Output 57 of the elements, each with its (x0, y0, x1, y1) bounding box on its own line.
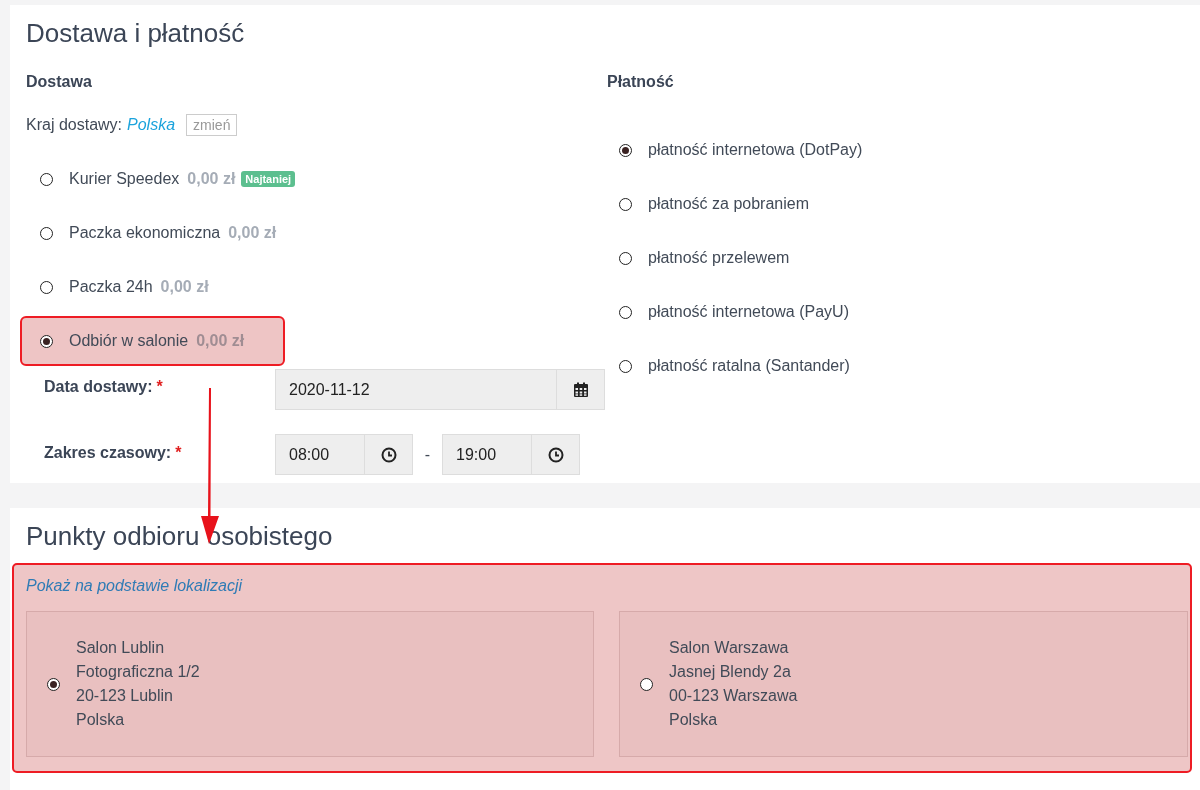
delivery-option[interactable]: Kurier Speedex 0,00 zł Najtaniej (20, 154, 306, 204)
payment-option[interactable]: płatność przelewem (607, 231, 1184, 285)
option-label: płatność za pobraniem (648, 195, 809, 213)
section-title: Dostawa i płatność (26, 17, 246, 50)
radio-button[interactable] (640, 677, 653, 691)
option-label: Paczka ekonomiczna (69, 224, 221, 242)
option-price: 0,00 zł (228, 224, 277, 242)
required-mark: * (156, 378, 163, 395)
option-label: płatność internetowa (DotPay) (648, 141, 863, 159)
address-line: Polska (669, 710, 719, 730)
country-value: Polska (127, 116, 176, 134)
option-label: płatność internetowa (PayU) (648, 303, 849, 321)
radio-button[interactable] (619, 251, 632, 265)
option-label: płatność ratalna (Santander) (648, 357, 850, 375)
time-field[interactable]: 08:00 (275, 434, 413, 475)
radio-button[interactable] (619, 359, 632, 373)
country-label: Kraj dostawy: (26, 116, 123, 134)
required-mark: * (175, 444, 182, 461)
option-label: Kurier Speedex (69, 170, 180, 188)
payment-option[interactable]: płatność internetowa (PayU) (607, 285, 1184, 339)
option-price: 0,00 zł (160, 278, 209, 296)
option-label: Paczka 24h (69, 278, 153, 296)
time-field[interactable]: 19:00 (442, 434, 580, 475)
address-line: Fotograficzna 1/2 (76, 662, 200, 682)
delivery-option[interactable]: Paczka 24h 0,00 zł (20, 262, 285, 312)
field-label: Zakres czasowy: (44, 444, 172, 461)
address-line: Salon Lublin (76, 638, 166, 658)
radio-button[interactable] (40, 280, 53, 294)
radio-button[interactable] (40, 226, 53, 240)
payment-option[interactable]: płatność za pobraniem (607, 177, 1184, 231)
pickup-point-card[interactable]: Salon Warszawa Jasnej Blendy 2a 00-123 Warszawa Polska (619, 611, 1188, 757)
delivery-option[interactable]: Paczka ekonomiczna 0,00 zł (20, 208, 287, 258)
radio-button[interactable] (40, 334, 53, 348)
address-line: 20-123 Lublin (76, 686, 174, 706)
address-line: Salon Warszawa (669, 638, 790, 658)
address-line: Jasnej Blendy 2a (669, 662, 792, 682)
option-label: Odbiór w salonie (69, 332, 189, 350)
radio-button[interactable] (47, 677, 60, 691)
delivery-option[interactable]: Odbiór w salonie 0,00 zł (20, 316, 285, 366)
section-heading: Dostawa (26, 72, 93, 92)
payment-option[interactable]: płatność internetowa (DotPay) (607, 123, 1184, 177)
section-heading: Płatność (607, 72, 675, 92)
field-label: Data dostawy: (44, 378, 153, 395)
date-field[interactable]: 2020-11-12 (275, 369, 605, 410)
option-label: płatność przelewem (648, 249, 790, 267)
payment-option[interactable]: płatność ratalna (Santander) (607, 339, 1184, 393)
option-price: 0,00 zł (187, 170, 236, 188)
option-price: 0,00 zł (196, 332, 245, 350)
radio-button[interactable] (619, 305, 632, 319)
cheapest-badge: Najtaniej (241, 171, 296, 187)
radio-button[interactable] (40, 172, 53, 186)
range-separator: - (423, 445, 432, 465)
radio-button[interactable] (619, 143, 632, 157)
radio-button[interactable] (619, 197, 632, 211)
pickup-point-card[interactable]: Salon Lublin Fotograficzna 1/2 20-123 Lublin Polska (26, 611, 594, 757)
address-line: 00-123 Warszawa (669, 686, 798, 706)
address-line: Polska (76, 710, 126, 730)
